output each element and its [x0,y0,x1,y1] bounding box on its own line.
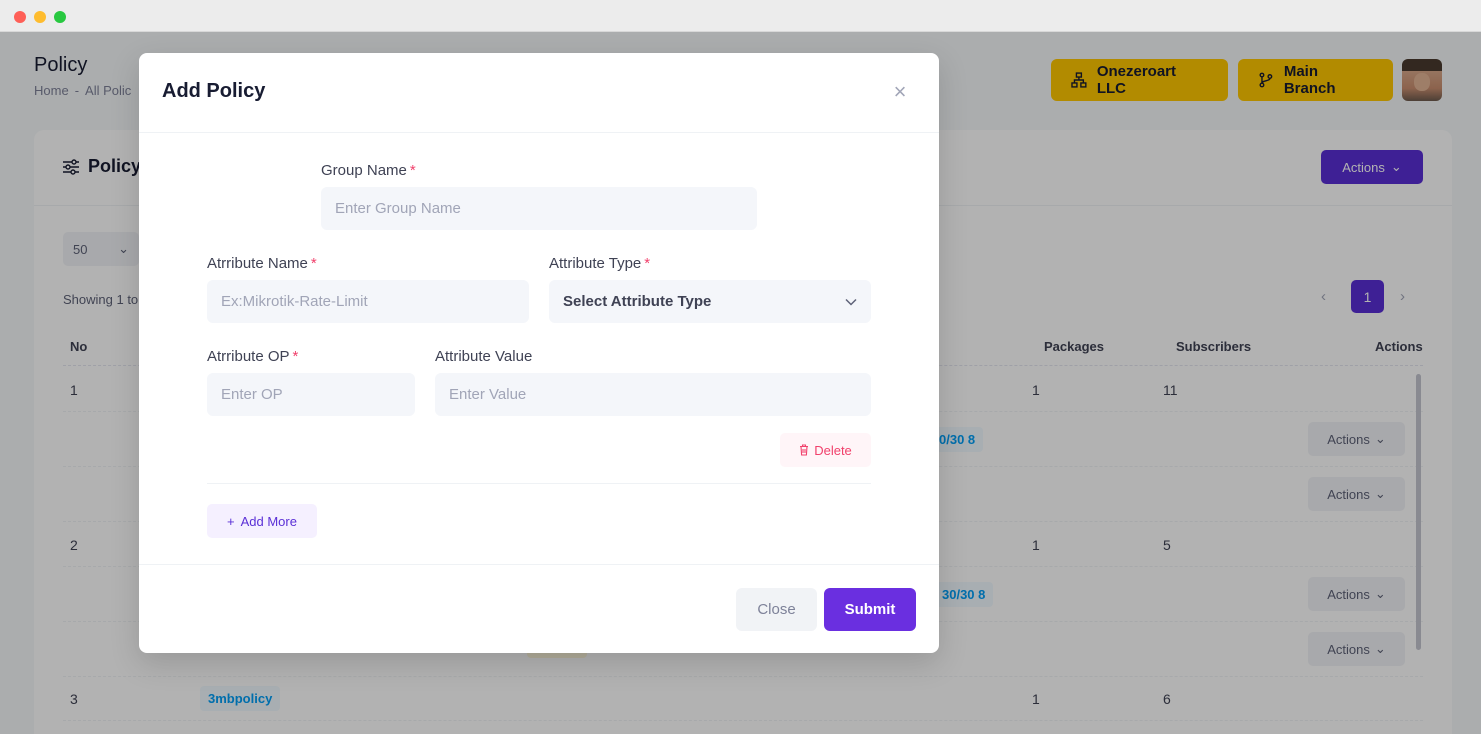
close-icon[interactable]: × [890,81,910,103]
trash-icon [800,444,809,456]
attribute-type-select[interactable]: Select Attribute Type [549,280,871,323]
modal-title: Add Policy [162,80,266,102]
required-marker: * [644,255,651,272]
delete-label: Delete [814,442,852,458]
required-marker: * [310,255,317,272]
window-close-control[interactable] [14,11,26,23]
group-name-input[interactable] [321,187,757,230]
close-button[interactable]: Close [736,588,817,631]
chevron-down-icon [845,298,857,306]
attribute-value-input[interactable] [435,373,871,416]
attribute-type-label: Attribute Type * [549,255,650,272]
attribute-name-label: Atrribute Name * [207,255,317,272]
group-name-label: Group Name * [321,162,416,179]
attribute-divider [207,483,871,484]
window-minimize-control[interactable] [34,11,46,23]
add-more-button[interactable]: + Add More [207,504,317,538]
required-marker: * [409,162,416,179]
attribute-type-value: Select Attribute Type [563,293,712,310]
attribute-op-label: Atrribute OP * [207,348,298,365]
required-marker: * [292,348,299,365]
add-more-label: Add More [240,513,297,529]
attribute-name-label-text: Atrribute Name [207,255,308,272]
attribute-op-label-text: Atrribute OP [207,348,290,365]
window-maximize-control[interactable] [54,11,66,23]
window-titlebar [0,0,1481,32]
group-name-label-text: Group Name [321,162,407,179]
attribute-op-input[interactable] [207,373,415,416]
add-policy-modal: Add Policy × Group Name* Atrribute Name*… [139,53,939,653]
plus-icon: + [227,513,235,529]
submit-button[interactable]: Submit [824,588,916,631]
modal-footer [139,564,939,653]
attribute-name-input[interactable] [207,280,529,323]
modal-header: Add Policy × [139,53,939,133]
attribute-value-label: Attribute Value [435,348,533,365]
attribute-type-label-text: Attribute Type [549,255,642,272]
delete-attribute-button[interactable]: Delete [780,433,871,467]
